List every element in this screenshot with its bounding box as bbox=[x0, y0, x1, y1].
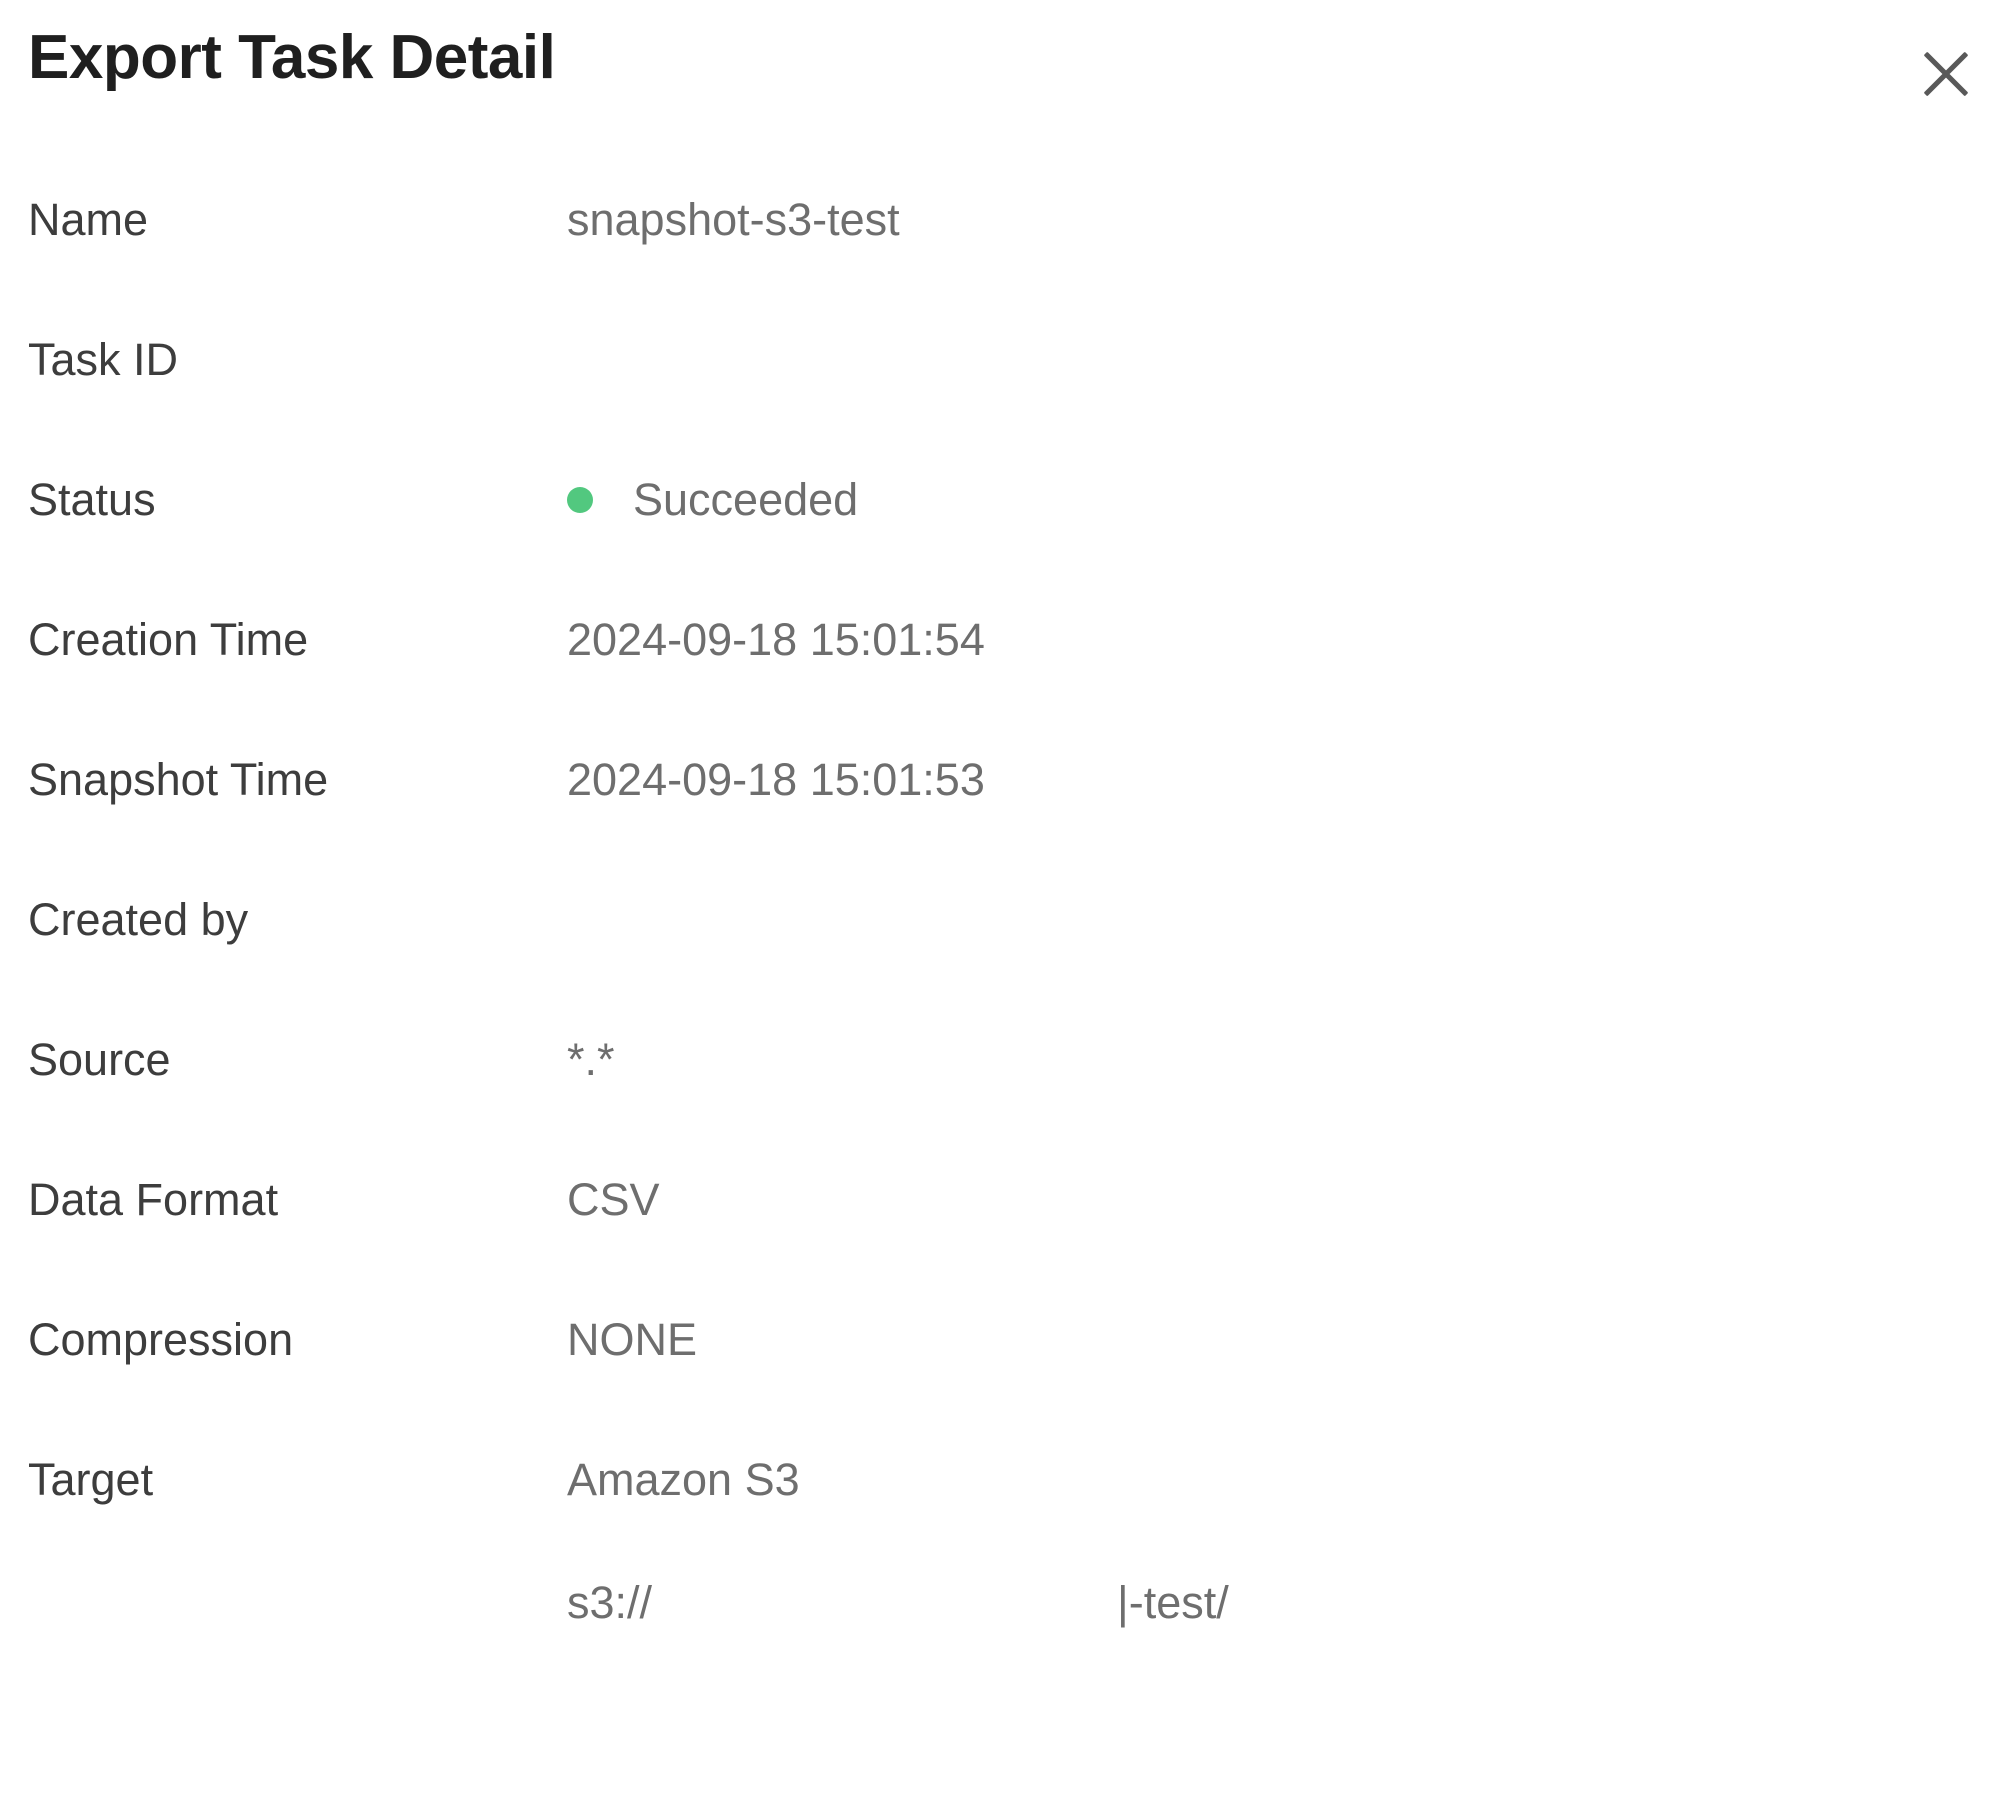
detail-row-data-format: Data Format CSV bbox=[0, 1130, 2000, 1270]
detail-label-source: Source bbox=[28, 1034, 171, 1085]
detail-value-snapshot-time: 2024-09-18 15:01:53 bbox=[567, 754, 985, 805]
target-service: Amazon S3 bbox=[567, 1454, 800, 1505]
detail-value-name: snapshot-s3-test bbox=[567, 194, 900, 245]
detail-label-task-id: Task ID bbox=[28, 334, 179, 385]
detail-row-name: Name snapshot-s3-test bbox=[0, 150, 2000, 290]
detail-label-name: Name bbox=[28, 194, 149, 245]
detail-value-target: Amazon S3 s3:// |-test/ bbox=[567, 1410, 2000, 1655]
detail-value-created-by bbox=[567, 850, 2000, 990]
detail-value-task-id bbox=[567, 290, 2000, 430]
detail-row-target: Target Amazon S3 s3:// |-test/ bbox=[0, 1410, 2000, 1660]
target-path-prefix: s3:// bbox=[567, 1577, 653, 1628]
status-dot-icon bbox=[567, 487, 593, 513]
target-path: s3:// |-test/ bbox=[567, 1550, 2000, 1655]
detail-label-created-by: Created by bbox=[28, 894, 249, 945]
export-task-detail-panel: Export Task Detail Name snapshot-s3-test… bbox=[0, 0, 2000, 1794]
detail-label-creation-time: Creation Time bbox=[28, 614, 309, 665]
detail-value-source: *.* bbox=[567, 1034, 615, 1085]
detail-row-task-id: Task ID bbox=[0, 290, 2000, 430]
close-button[interactable] bbox=[1900, 28, 1992, 120]
target-path-suffix: |-test/ bbox=[1117, 1577, 1229, 1628]
close-icon bbox=[1923, 51, 1969, 97]
panel-header: Export Task Detail bbox=[0, 0, 2000, 150]
detail-label-snapshot-time: Snapshot Time bbox=[28, 754, 329, 805]
detail-row-created-by: Created by bbox=[0, 850, 2000, 990]
detail-value-compression: NONE bbox=[567, 1314, 698, 1365]
detail-value-data-format: CSV bbox=[567, 1174, 660, 1225]
page-title: Export Task Detail bbox=[28, 23, 556, 92]
detail-row-compression: Compression NONE bbox=[0, 1270, 2000, 1410]
detail-value-creation-time: 2024-09-18 15:01:54 bbox=[567, 614, 985, 665]
detail-label-compression: Compression bbox=[28, 1314, 294, 1365]
detail-row-source: Source *.* bbox=[0, 990, 2000, 1130]
detail-row-status: Status Succeeded bbox=[0, 430, 2000, 570]
detail-label-data-format: Data Format bbox=[28, 1174, 279, 1225]
detail-value-status: Succeeded bbox=[567, 430, 2000, 570]
status-badge: Succeeded bbox=[567, 430, 2000, 570]
detail-label-status: Status bbox=[28, 474, 156, 525]
target-path-redacted bbox=[652, 1617, 1117, 1618]
detail-row-snapshot-time: Snapshot Time 2024-09-18 15:01:53 bbox=[0, 710, 2000, 850]
detail-list: Name snapshot-s3-test Task ID Status Suc… bbox=[0, 150, 2000, 1660]
target-cell: Amazon S3 s3:// |-test/ bbox=[567, 1410, 2000, 1655]
detail-label-target: Target bbox=[28, 1454, 154, 1505]
detail-row-creation-time: Creation Time 2024-09-18 15:01:54 bbox=[0, 570, 2000, 710]
status-label: Succeeded bbox=[633, 474, 859, 525]
